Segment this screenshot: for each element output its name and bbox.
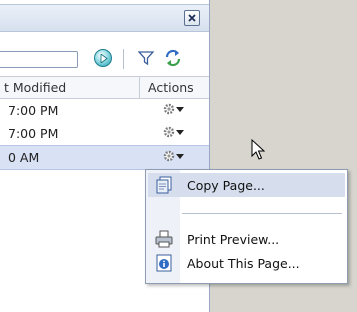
actions-context-menu: Copy Page... Print Preview... About This…	[145, 169, 348, 284]
table-header: t Modified Actions	[0, 76, 209, 99]
chevron-down-icon	[176, 130, 184, 135]
row-actions-button[interactable]	[163, 149, 185, 165]
modified-cell: 7:00 PM	[8, 126, 59, 141]
toolbar-divider	[123, 49, 124, 69]
column-header-actions: Actions	[148, 80, 194, 95]
menu-separator	[182, 213, 342, 214]
filter-icon[interactable]	[138, 50, 154, 66]
modified-cell: 0 AM	[8, 150, 40, 165]
printer-icon	[155, 230, 173, 248]
row-actions-button[interactable]	[163, 102, 185, 118]
chevron-down-icon	[176, 107, 184, 112]
menu-item-print-preview[interactable]: Print Preview...	[148, 227, 345, 251]
close-icon	[188, 14, 196, 22]
gear-icon	[163, 150, 175, 162]
search-input[interactable]	[0, 51, 78, 68]
menu-item-about-page[interactable]: About This Page...	[148, 251, 345, 275]
mouse-cursor-icon	[251, 139, 265, 160]
gear-icon	[163, 103, 175, 115]
refresh-icon[interactable]	[163, 48, 183, 68]
menu-item-label: Print Preview...	[187, 232, 280, 247]
menu-item-label: About This Page...	[187, 256, 300, 271]
modified-cell: 7:00 PM	[8, 103, 59, 118]
table-row[interactable]: 7:00 PM	[0, 99, 209, 122]
menu-item-label: Copy Page...	[187, 178, 265, 193]
column-divider	[139, 77, 140, 98]
row-actions-button[interactable]	[163, 125, 185, 141]
table-row-selected[interactable]: 0 AM	[0, 145, 209, 170]
close-button[interactable]	[184, 10, 200, 26]
chevron-down-icon	[176, 154, 184, 159]
menu-item-copy-page[interactable]: Copy Page...	[148, 173, 345, 197]
arrow-right-icon	[100, 54, 108, 63]
panel-header-bar	[0, 4, 209, 32]
gear-icon	[163, 126, 175, 138]
column-header-modified[interactable]: t Modified	[4, 80, 66, 95]
go-button[interactable]	[94, 49, 112, 67]
table-row[interactable]: 7:00 PM	[0, 122, 209, 145]
info-icon	[156, 254, 172, 272]
copy-page-icon	[156, 176, 172, 194]
